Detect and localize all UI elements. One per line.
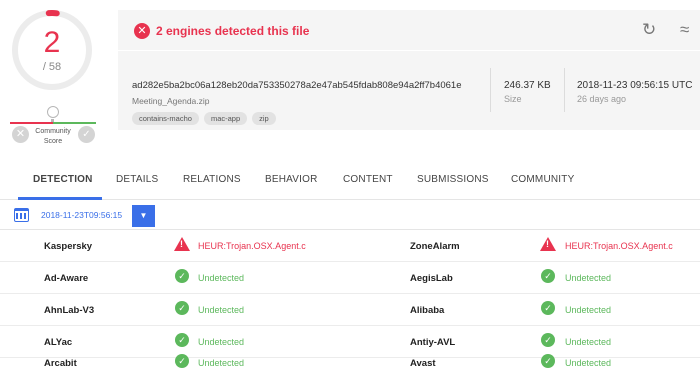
separator bbox=[564, 68, 565, 112]
detection-result: Undetected bbox=[198, 273, 245, 283]
engine-name: AegisLab bbox=[410, 273, 453, 284]
detection-result: HEUR:Trojan.OSX.Agent.c bbox=[565, 241, 673, 251]
engine-name: Arcabit bbox=[44, 358, 77, 369]
tab-content[interactable]: CONTENT bbox=[343, 174, 393, 185]
vote-malicious-icon[interactable]: ✕ bbox=[12, 126, 29, 143]
detection-result: Undetected bbox=[565, 358, 612, 368]
engine-name: AhnLab-V3 bbox=[44, 305, 95, 316]
tab-submissions[interactable]: SUBMISSIONS bbox=[417, 174, 489, 185]
detection-result: Undetected bbox=[198, 358, 245, 368]
check-icon: ✓ bbox=[541, 354, 555, 368]
engine-name: ZoneAlarm bbox=[410, 241, 460, 252]
card-divider bbox=[118, 50, 700, 51]
active-tab-indicator bbox=[18, 197, 102, 200]
analysis-date-select[interactable]: 2018-11-23T09:56:15 bbox=[41, 210, 122, 220]
detection-result: HEUR:Trojan.OSX.Agent.c bbox=[198, 241, 306, 251]
warning-icon bbox=[540, 237, 556, 251]
graph-icon[interactable]: ≈ bbox=[680, 20, 689, 40]
community-pin-icon bbox=[47, 106, 59, 122]
tab-relations[interactable]: RELATIONS bbox=[183, 174, 241, 185]
engine-name: Avast bbox=[410, 358, 436, 369]
check-icon: ✓ bbox=[541, 301, 555, 315]
community-bar-positive bbox=[53, 122, 96, 124]
detection-result: Undetected bbox=[198, 337, 245, 347]
tag-mac-app[interactable]: mac-app bbox=[203, 112, 248, 125]
tab-details[interactable]: DETAILS bbox=[116, 174, 158, 185]
file-size-value: 246.37 KB bbox=[504, 80, 551, 91]
analysis-date-relative: 26 days ago bbox=[577, 94, 627, 104]
virustotal-report: 2 / 58 ✕ Community Score ✓ ✕ 2 engines d… bbox=[0, 0, 700, 379]
check-icon: ✓ bbox=[541, 333, 555, 347]
engine-total: / 58 bbox=[42, 61, 62, 73]
calendar-icon[interactable] bbox=[14, 208, 29, 222]
check-icon: ✓ bbox=[175, 333, 189, 347]
tag-zip[interactable]: zip bbox=[252, 112, 276, 125]
file-name: Meeting_Agenda.zip bbox=[132, 96, 210, 106]
separator bbox=[490, 68, 491, 112]
check-icon: ✓ bbox=[175, 354, 189, 368]
table-row: AhnLab-V3 ✓ Undetected Alibaba ✓ Undetec… bbox=[0, 294, 700, 326]
file-size-label: Size bbox=[504, 94, 522, 104]
detection-alert: 2 engines detected this file bbox=[156, 24, 310, 38]
report-tabs: DETECTION DETAILS RELATIONS BEHAVIOR CON… bbox=[0, 160, 700, 200]
detection-result: Undetected bbox=[565, 337, 612, 347]
alert-x-icon: ✕ bbox=[134, 23, 150, 39]
engine-name: Ad-Aware bbox=[44, 273, 89, 284]
detection-count: 2 bbox=[43, 26, 61, 59]
detection-result: Undetected bbox=[198, 305, 245, 315]
analysis-date-value: 2018-11-23 09:56:15 UTC bbox=[577, 80, 693, 91]
reanalyze-icon[interactable]: ↻ bbox=[642, 20, 656, 40]
check-icon: ✓ bbox=[175, 301, 189, 315]
table-row: Kaspersky HEUR:Trojan.OSX.Agent.c ZoneAl… bbox=[0, 230, 700, 262]
community-score-label: Community Score bbox=[35, 128, 71, 145]
chevron-down-icon[interactable]: ▼ bbox=[132, 205, 155, 227]
file-hash: ad282e5ba2bc06a128eb20da753350278a2e47ab… bbox=[132, 80, 462, 91]
check-icon: ✓ bbox=[175, 269, 189, 283]
file-summary-card: ✕ 2 engines detected this file ↻ ≈ ad282… bbox=[118, 10, 700, 130]
tag-contains-macho[interactable]: contains-macho bbox=[132, 112, 199, 125]
community-score: ✕ Community Score ✓ bbox=[10, 106, 96, 152]
file-tags: contains-macho mac-app zip bbox=[132, 112, 276, 125]
tab-detection[interactable]: DETECTION bbox=[33, 174, 93, 185]
table-row: Arcabit ✓ Undetected Avast ✓ Undetected bbox=[0, 347, 700, 379]
tab-community[interactable]: COMMUNITY bbox=[511, 174, 574, 185]
tab-behavior[interactable]: BEHAVIOR bbox=[265, 174, 318, 185]
check-icon: ✓ bbox=[541, 269, 555, 283]
warning-icon bbox=[174, 237, 190, 251]
vote-harmless-icon[interactable]: ✓ bbox=[78, 126, 95, 143]
community-bar-negative bbox=[10, 122, 53, 124]
table-row: Ad-Aware ✓ Undetected AegisLab ✓ Undetec… bbox=[0, 262, 700, 294]
engine-name: Alibaba bbox=[410, 305, 445, 316]
detection-result: Undetected bbox=[565, 273, 612, 283]
detection-result: Undetected bbox=[565, 305, 612, 315]
engine-name: Kaspersky bbox=[44, 241, 93, 252]
